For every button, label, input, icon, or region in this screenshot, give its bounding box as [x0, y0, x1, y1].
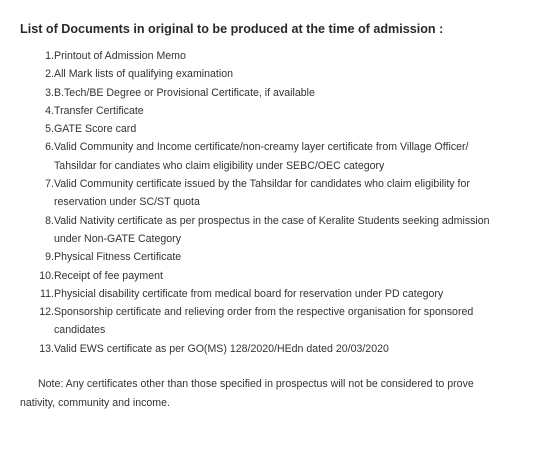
list-item: 1. Printout of Admission Memo: [0, 47, 540, 65]
list-item: 10. Receipt of fee payment: [0, 267, 540, 285]
list-item-line: Transfer Certificate: [54, 104, 144, 117]
list-item-line: Valid Community certificate issued by th…: [54, 178, 470, 191]
list-item: 4. Transfer Certificate: [0, 102, 540, 120]
list-item-number: 11.: [40, 287, 54, 300]
list-item-number: 1.: [45, 50, 54, 62]
list-item: 3. B.Tech/BE Degree or Provisional Certi…: [0, 84, 540, 102]
list-item-line: Valid EWS certificate as per GO(MS) 128/…: [54, 342, 389, 355]
list-item-line: All Mark lists of qualifying examination: [54, 68, 233, 81]
document-page: List of Documents in original to be prod…: [0, 0, 540, 454]
list-item-line: Sponsorship certificate and relieving or…: [54, 306, 474, 319]
list-item-number: 3.: [45, 86, 54, 99]
list-item: 8. Valid Nativity certificate as per pro…: [0, 212, 540, 249]
list-item-line: under Non-GATE Category: [54, 232, 181, 245]
list-item: 7. Valid Community certificate issued by…: [0, 175, 540, 212]
list-item-line: GATE Score card: [54, 123, 137, 136]
list-item-number: 7.: [45, 178, 54, 191]
list-item-text: Printout of Admission Memo: [54, 47, 504, 65]
document-heading: List of Documents in original to be prod…: [20, 22, 444, 36]
documents-list: 1. Printout of Admission Memo 2. All Mar…: [0, 47, 540, 358]
list-item-text: Transfer Certificate: [54, 102, 504, 120]
list-item-line: Physical Fitness Certificate: [54, 251, 182, 264]
list-item-number: 5.: [45, 123, 54, 136]
list-item: 11. Physicial disability certificate fro…: [0, 285, 540, 303]
list-item-text: GATE Score card: [54, 120, 504, 138]
list-item-number: 8.: [45, 214, 54, 227]
list-item-text: Valid Community and Income certificate/n…: [54, 138, 504, 175]
note-line: nativity, community and income.: [20, 397, 170, 409]
list-item-number: 12.: [39, 306, 54, 319]
list-item-text: All Mark lists of qualifying examination: [54, 65, 504, 83]
note-paragraph: Note: Any certificates other than those …: [20, 375, 500, 413]
list-item: 5. GATE Score card: [0, 120, 540, 138]
list-item: 6. Valid Community and Income certificat…: [0, 138, 540, 175]
list-item-line: Receipt of fee payment: [54, 269, 163, 282]
list-item-line: Valid Nativity certificate as per prospe…: [54, 214, 490, 227]
list-item-line: Valid Community and Income certificate/n…: [54, 141, 469, 154]
list-item: 13. Valid EWS certificate as per GO(MS) …: [0, 340, 540, 358]
list-item-line: B.Tech/BE Degree or Provisional Certific…: [54, 86, 315, 99]
list-item-number: 9.: [45, 251, 54, 264]
list-item-text: Physicial disability certificate from me…: [54, 285, 504, 303]
list-item-text: Valid Nativity certificate as per prospe…: [54, 212, 504, 249]
list-item-line: reservation under SC/ST quota: [54, 196, 200, 209]
list-item-text: Valid Community certificate issued by th…: [54, 175, 504, 212]
list-item-text: Receipt of fee payment: [54, 267, 504, 285]
list-item-number: 13.: [39, 342, 54, 355]
list-item-line: Printout of Admission Memo: [54, 50, 186, 62]
list-item-text: Physical Fitness Certificate: [54, 248, 504, 266]
note-line: Note: Any certificates other than those …: [38, 378, 474, 390]
list-item: 2. All Mark lists of qualifying examinat…: [0, 65, 540, 83]
list-item-number: 10.: [39, 269, 54, 282]
list-item-text: Sponsorship certificate and relieving or…: [54, 303, 504, 340]
list-item-line: candidates: [54, 324, 106, 337]
list-item-number: 4.: [45, 104, 54, 117]
list-item-line: Tahsildar for candiates who claim eligib…: [54, 159, 385, 172]
list-item-number: 2.: [45, 68, 54, 81]
list-item-text: B.Tech/BE Degree or Provisional Certific…: [54, 84, 504, 102]
list-item: 12. Sponsorship certificate and relievin…: [0, 303, 540, 340]
list-item-text: Valid EWS certificate as per GO(MS) 128/…: [54, 340, 504, 358]
list-item: 9. Physical Fitness Certificate: [0, 248, 540, 266]
list-item-number: 6.: [45, 141, 54, 154]
list-item-line: Physicial disability certificate from me…: [54, 287, 444, 300]
